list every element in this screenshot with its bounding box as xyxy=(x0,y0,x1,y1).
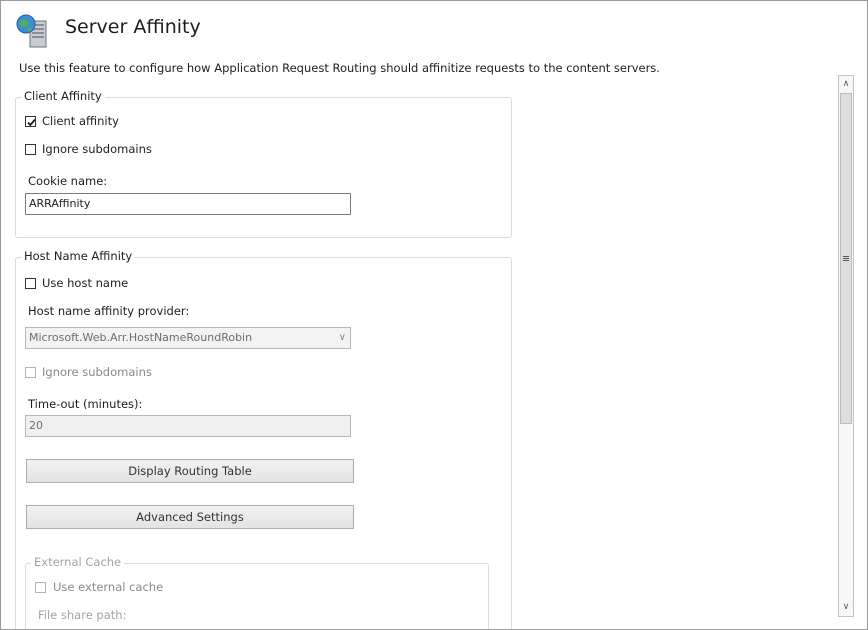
host-ignore-subdomains-checkbox[interactable] xyxy=(25,367,36,378)
client-ignore-subdomains-label[interactable]: Ignore subdomains xyxy=(42,142,152,156)
grip-line xyxy=(843,256,849,257)
scroll-up-icon[interactable]: ∧ xyxy=(839,77,853,92)
file-share-path-label: File share path: xyxy=(38,608,127,622)
cookie-name-input[interactable]: ARRAffinity xyxy=(25,193,351,215)
provider-label: Host name affinity provider: xyxy=(28,304,190,318)
client-ignore-subdomains-checkbox[interactable] xyxy=(25,144,36,155)
scrollbar-thumb[interactable] xyxy=(840,93,852,424)
advanced-settings-button[interactable]: Advanced Settings xyxy=(26,505,354,529)
use-host-name-label[interactable]: Use host name xyxy=(42,276,128,290)
use-external-cache-checkbox[interactable] xyxy=(35,582,46,593)
use-host-name-checkbox[interactable] xyxy=(25,278,36,289)
chevron-down-icon: ∨ xyxy=(338,332,346,343)
provider-select-value: Microsoft.Web.Arr.HostNameRoundRobin xyxy=(29,331,253,344)
cookie-name-label: Cookie name: xyxy=(28,174,108,188)
host-name-affinity-legend: Host Name Affinity xyxy=(21,249,136,263)
host-ignore-subdomains-label[interactable]: Ignore subdomains xyxy=(42,365,152,379)
server-globe-icon xyxy=(15,13,51,49)
use-external-cache-label[interactable]: Use external cache xyxy=(53,580,163,594)
scroll-down-icon[interactable]: ∨ xyxy=(839,600,853,615)
window-frame: Server Affinity Use this feature to conf… xyxy=(0,0,868,630)
provider-select[interactable]: Microsoft.Web.Arr.HostNameRoundRobin ∨ xyxy=(25,327,351,349)
timeout-label: Time-out (minutes): xyxy=(28,397,143,411)
timeout-input[interactable]: 20 xyxy=(25,415,351,437)
client-affinity-checkbox[interactable] xyxy=(25,116,36,127)
page-description: Use this feature to configure how Applic… xyxy=(19,61,660,75)
display-routing-table-button[interactable]: Display Routing Table xyxy=(26,459,354,483)
grip-line xyxy=(843,258,849,259)
checkmark-icon xyxy=(27,118,36,127)
external-cache-legend: External Cache xyxy=(31,555,125,569)
grip-line xyxy=(843,260,849,261)
page-title: Server Affinity xyxy=(65,16,201,38)
client-affinity-legend: Client Affinity xyxy=(21,89,105,103)
vertical-scrollbar[interactable]: ∧ ∨ xyxy=(838,75,854,617)
client-affinity-label[interactable]: Client affinity xyxy=(42,114,119,128)
